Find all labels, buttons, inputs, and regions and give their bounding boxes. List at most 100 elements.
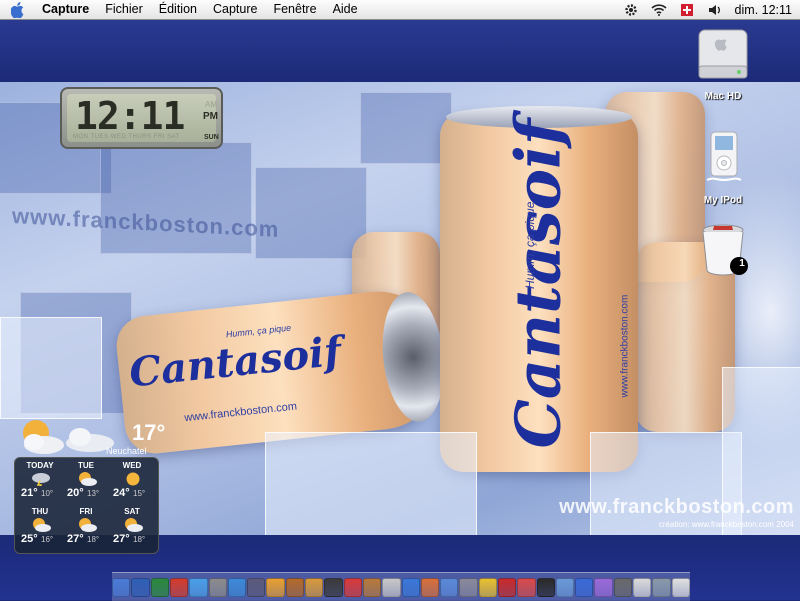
standing-can-site: www.franckboston.com [619, 294, 631, 398]
forecast-day: TODAY 21° 10° [17, 460, 63, 499]
book-icon[interactable] [285, 577, 305, 597]
partly-cloudy-icon [79, 472, 97, 486]
network-icon[interactable] [459, 577, 478, 597]
desktop-icon-label: My IPod [703, 195, 743, 206]
menubar-clock[interactable]: dim. 12:11 [735, 3, 792, 17]
partly-cloudy-icon [33, 518, 51, 532]
photo-icon[interactable] [305, 577, 324, 597]
ical-icon[interactable] [343, 577, 362, 597]
photo-booth-icon[interactable] [594, 577, 613, 597]
itunes-icon[interactable] [401, 577, 420, 597]
flag-icon[interactable] [679, 3, 695, 17]
weather-widget[interactable]: 17° Neuchatel TODAY 21° 10° TUE 20° 13° … [14, 417, 165, 554]
sunflower-icon[interactable] [478, 577, 497, 597]
menu-capture[interactable]: Capture [205, 0, 265, 19]
preview-icon[interactable] [440, 577, 459, 597]
clock-am: AM [205, 100, 217, 109]
forecast-low: 13° [87, 489, 100, 498]
word-icon[interactable] [131, 577, 150, 597]
movie-icon[interactable] [324, 577, 343, 597]
sunny-icon [126, 472, 140, 486]
utility-icon[interactable] [652, 577, 671, 597]
standing-can-tagline: Humm, ça pique [523, 201, 537, 289]
forecast-day-name: TUE [78, 461, 94, 470]
standing-can-brand: Cantasoif [501, 118, 575, 449]
calculator-icon[interactable] [613, 577, 633, 597]
forecast-day-name: TODAY [26, 461, 54, 470]
forecast-low: 18° [133, 535, 146, 544]
forecast-day-name: SAT [124, 507, 140, 516]
gear-icon[interactable] [623, 3, 639, 17]
apple-icon[interactable] [633, 577, 652, 597]
storm-icon [32, 473, 50, 486]
quicktime-icon[interactable] [575, 577, 594, 597]
forecast-day: FRI 27° 18° [63, 506, 109, 545]
font-icon[interactable] [169, 577, 189, 597]
finder-icon[interactable] [112, 577, 131, 597]
forecast-high: 24° [113, 487, 130, 499]
forecast-day-name: FRI [79, 507, 93, 516]
desktop-icon-ipod[interactable]: My IPod [683, 130, 763, 206]
guitar-icon[interactable] [362, 577, 382, 597]
menu-file[interactable]: Fichier [97, 0, 151, 19]
ice-cube [255, 167, 367, 259]
lying-can-site: www.franckboston.com [183, 400, 298, 425]
clock-day: THURS [128, 134, 152, 140]
clock-day: FRI [153, 134, 165, 140]
forecast-high: 20° [67, 487, 84, 499]
clock-days: MON TUES WED THURS FRI SAT [73, 134, 180, 140]
running-man-icon[interactable] [266, 577, 285, 597]
forecast-day-name: THU [31, 507, 49, 516]
clock-widget[interactable]: 12:11 AM PM MON TUES WED THURS FRI SAT S… [60, 87, 223, 149]
standing-can: Cantasoif Humm, ça pique www.franckbosto… [440, 106, 638, 472]
clock-active-day: SUN [204, 134, 219, 141]
trash-icon[interactable] [671, 577, 690, 597]
ipod-icon [706, 131, 742, 182]
watermark-credit: création: www.franckboston.com 2004 [658, 520, 794, 529]
ice-cube [360, 92, 452, 164]
system-prefs-icon[interactable] [208, 577, 227, 597]
search-icon[interactable] [247, 577, 266, 597]
forecast-high: 21° [21, 487, 38, 499]
forecast-day-name: WED [122, 461, 142, 470]
mail-icon[interactable] [150, 577, 169, 597]
clock-day: WED [110, 134, 127, 140]
clock-time: 12:11 [75, 94, 185, 138]
forecast-low: 16° [41, 535, 54, 544]
speaker-icon[interactable] [707, 3, 723, 17]
pdf-icon[interactable] [517, 577, 536, 597]
partly-cloudy-icon [125, 518, 143, 532]
weather-current-temp: 17° [132, 420, 166, 445]
address-icon[interactable] [555, 577, 575, 597]
terminal-icon[interactable] [536, 577, 555, 597]
clock-day: SAT [167, 134, 180, 140]
desktop-icon-trash[interactable]: 1 [683, 220, 763, 283]
hard-drive-icon [698, 29, 748, 79]
ice-block [0, 317, 102, 419]
clock-lcd: 12:11 AM PM MON TUES WED THURS FRI SAT S… [67, 94, 219, 142]
apple-icon[interactable] [10, 1, 26, 18]
forecast-day: WED 24° 15° [109, 460, 155, 499]
menu-extras: dim. 12:11 [623, 0, 792, 19]
forecast-day: TUE 20° 13° [63, 460, 109, 499]
desktop-background-top [0, 20, 800, 82]
acrobat-icon[interactable] [497, 577, 517, 597]
messenger-icon[interactable] [189, 577, 208, 597]
menu-window[interactable]: Fenêtre [265, 0, 324, 19]
desktop-icon-mac-hd[interactable]: Mac HD [683, 26, 763, 102]
weather-city: Neuchatel [106, 446, 147, 456]
wallpaper-watermark: www.franckboston.com création: www.franc… [559, 496, 794, 529]
menu-help[interactable]: Aide [325, 0, 366, 19]
forecast-low: 18° [87, 535, 100, 544]
wifi-icon[interactable] [650, 3, 667, 17]
forecast-day: THU 25° 16° [17, 506, 63, 545]
forecast-high: 27° [113, 533, 130, 545]
clock-day: MON [73, 134, 89, 140]
ipod-icon[interactable] [382, 577, 401, 597]
menu-edit[interactable]: Édition [151, 0, 205, 19]
forecast-day: SAT 27° 18° [109, 506, 155, 545]
forecast-high: 27° [67, 533, 84, 545]
safari-icon[interactable] [227, 577, 247, 597]
menu-app-name[interactable]: Capture [34, 0, 97, 19]
globe-icon[interactable] [420, 577, 440, 597]
